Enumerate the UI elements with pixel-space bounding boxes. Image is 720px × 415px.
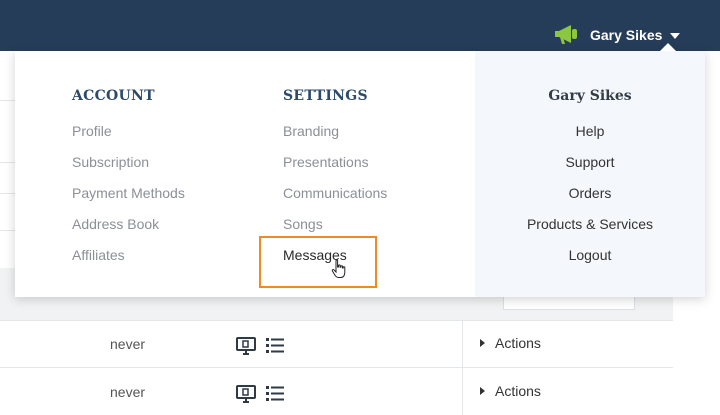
menu-item-address-book[interactable]: Address Book <box>72 215 185 246</box>
filter-box[interactable] <box>503 296 635 310</box>
hand-pointer-icon <box>331 259 346 278</box>
presentation-icon[interactable] <box>236 383 256 403</box>
list-icon[interactable] <box>265 335 285 355</box>
menu-item-logout[interactable]: Logout <box>475 246 705 277</box>
menu-item-subscription[interactable]: Subscription <box>72 153 185 184</box>
account-heading: ACCOUNT <box>72 88 155 104</box>
presentation-icon[interactable] <box>236 335 256 355</box>
dropdown-notch <box>660 43 676 51</box>
menu-item-affiliates[interactable]: Affiliates <box>72 246 185 277</box>
actions-menu[interactable]: Actions <box>480 335 541 351</box>
menu-item-payment-methods[interactable]: Payment Methods <box>72 184 185 215</box>
menu-item-branding[interactable]: Branding <box>283 122 387 153</box>
menu-item-songs[interactable]: Songs <box>283 215 387 246</box>
list-icon[interactable] <box>265 383 285 403</box>
user-menu: Help Support Orders Products & Services … <box>475 122 705 277</box>
caret-right-icon <box>480 387 485 396</box>
actions-menu[interactable]: Actions <box>480 383 541 399</box>
row-divider <box>0 320 673 321</box>
username-label: Gary Sikes <box>590 27 663 43</box>
actions-label: Actions <box>495 383 541 399</box>
caret-down-icon <box>670 33 681 40</box>
menu-item-help[interactable]: Help <box>475 122 705 153</box>
user-panel: Gary Sikes Help Support Orders Products … <box>475 51 705 297</box>
menu-item-communications[interactable]: Communications <box>283 184 387 215</box>
menu-item-support[interactable]: Support <box>475 153 705 184</box>
actions-label: Actions <box>495 335 541 351</box>
menu-item-presentations[interactable]: Presentations <box>283 153 387 184</box>
row-divider <box>0 367 673 368</box>
user-heading: Gary Sikes <box>548 88 632 104</box>
settings-heading: SETTINGS <box>283 88 368 104</box>
user-menu-toggle[interactable]: Gary Sikes <box>590 25 681 45</box>
menu-item-profile[interactable]: Profile <box>72 122 185 153</box>
account-menu: Profile Subscription Payment Methods Add… <box>72 122 185 277</box>
caret-right-icon <box>480 339 485 348</box>
menu-item-orders[interactable]: Orders <box>475 184 705 215</box>
megaphone-icon[interactable] <box>553 23 579 45</box>
column-divider <box>462 320 463 415</box>
top-nav-bar: Gary Sikes <box>0 0 720 51</box>
settings-menu: Branding Presentations Communications So… <box>283 122 387 277</box>
menu-item-products-services[interactable]: Products & Services <box>475 215 705 246</box>
last-sent-value: never <box>110 384 146 400</box>
user-dropdown-menu: ACCOUNT Profile Subscription Payment Met… <box>15 43 705 297</box>
last-sent-value: never <box>110 336 146 352</box>
